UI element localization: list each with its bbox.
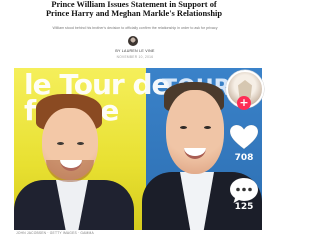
article-subhead: William stood behind his brother's decis… [52,26,218,30]
heart-icon[interactable] [229,124,259,150]
comment-count: 125 [234,202,254,212]
eye-left-2 [77,142,84,145]
article-byline[interactable]: BY LAUREN LE VINE [80,49,190,53]
photo-caption: JOHN JACOBSEN · GETTY IMAGES · GAMMA [16,231,94,235]
article-headline: Prince William Issues Statement in Suppo… [45,0,223,19]
eye-right-1 [180,126,187,129]
comment-icon[interactable] [228,176,260,204]
article-header: Prince William Issues Statement in Suppo… [0,0,269,64]
face-right [166,90,224,174]
article-date: NOVEMBER 10, 2016 [116,55,154,59]
like-count: 708 [234,153,254,163]
follow-plus-icon[interactable]: + [237,96,251,110]
eye-right-2 [204,126,211,129]
author-avatar [128,36,138,46]
eye-left-1 [57,142,64,145]
